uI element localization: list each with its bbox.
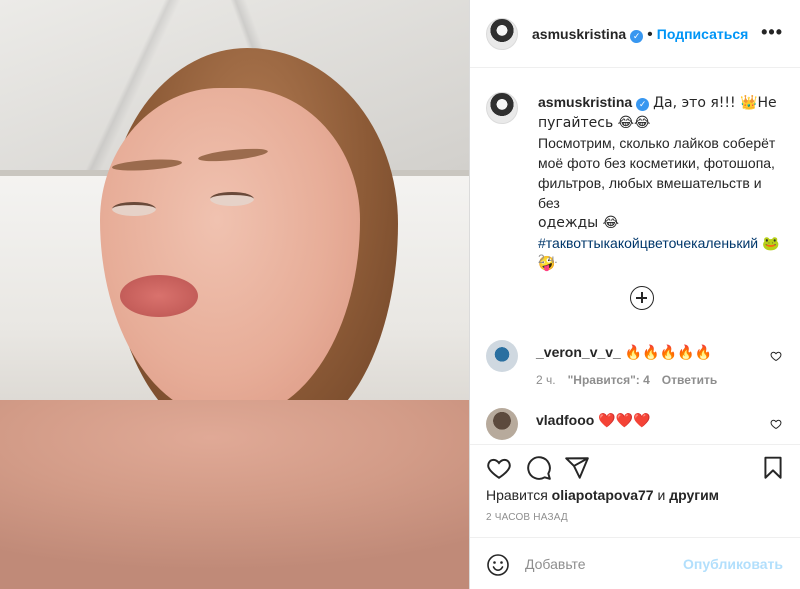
- post-actions: Нравится oliapotapova77 и другим 2 ЧАСОВ…: [470, 444, 800, 589]
- lips: [120, 275, 198, 317]
- caption-line: Посмотрим, сколько лайков соберёт: [538, 135, 776, 151]
- emoji-smile-icon[interactable]: [486, 553, 510, 577]
- commenter-avatar[interactable]: [486, 340, 518, 372]
- caption-emoji: 🐸: [762, 236, 780, 252]
- commenter-avatar[interactable]: [486, 408, 518, 440]
- add-comment-bar: Добавьте Опубликовать: [470, 537, 800, 589]
- verified-badge-icon: ✓: [636, 98, 650, 111]
- caption-line: моё фото без косметики, фотошопа,: [538, 155, 775, 171]
- post-time-ago[interactable]: 2 ЧАСОВ НАЗАД: [486, 512, 568, 523]
- caption-line: фильтров, любых вмешательств и без: [538, 175, 762, 211]
- like-comment-heart-icon[interactable]: [770, 350, 782, 362]
- post-header: asmuskristina ✓ • Подписаться •••: [470, 0, 800, 68]
- hashtag-link[interactable]: #таквоттыкакойцветочекаленький: [538, 235, 758, 251]
- load-more-comments-icon[interactable]: [630, 286, 654, 310]
- more-horizontal-icon[interactable]: •••: [761, 22, 783, 43]
- comment-bubble-icon[interactable]: [526, 455, 552, 481]
- caption-avatar[interactable]: [486, 92, 518, 124]
- comment-meta: 2 ч. "Нравится": 4 Ответить: [536, 373, 729, 387]
- follow-button[interactable]: Подписаться: [657, 26, 749, 42]
- caption-line: 🤪: [538, 256, 556, 272]
- caption-line: Да, это я!!! 👑Не: [653, 95, 777, 111]
- comment-time[interactable]: 2 ч.: [536, 373, 556, 387]
- share-direct-icon[interactable]: [564, 455, 590, 481]
- comment-input[interactable]: Добавьте: [525, 556, 586, 572]
- separator-dot: •: [647, 26, 653, 43]
- comment-body: vladfooo ❤️❤️❤️: [536, 412, 651, 429]
- comment-username[interactable]: vladfooo: [536, 412, 594, 428]
- likes-connector: и: [657, 487, 666, 503]
- comment-text: ❤️❤️❤️: [598, 413, 651, 429]
- publish-button[interactable]: Опубликовать: [683, 556, 783, 572]
- caption-username[interactable]: asmuskristina: [538, 94, 632, 110]
- comment-body: _veron_v_v_ 🔥🔥🔥🔥🔥: [536, 344, 712, 361]
- save-bookmark-icon[interactable]: [760, 455, 786, 481]
- caption-text: asmuskristina ✓ Да, это я!!! 👑Не пугайтес…: [538, 92, 786, 274]
- reply-button[interactable]: Ответить: [662, 373, 717, 387]
- post-photo[interactable]: [0, 0, 469, 589]
- right-eye: [210, 192, 254, 206]
- like-comment-heart-icon[interactable]: [770, 418, 782, 430]
- comment-text: 🔥🔥🔥🔥🔥: [624, 345, 712, 361]
- likes-summary: Нравится oliapotapova77 и другим: [486, 487, 719, 503]
- likes-user-link[interactable]: oliapotapova77: [552, 487, 654, 503]
- comment-likes[interactable]: "Нравится": 4: [568, 373, 650, 387]
- comment-username[interactable]: _veron_v_v_: [536, 344, 621, 360]
- author-username[interactable]: asmuskristina: [532, 26, 626, 42]
- likes-others-link[interactable]: другим: [669, 487, 719, 503]
- caption-line: пугайтесь 😂😂: [538, 115, 651, 131]
- post-sidebar: asmuskristina ✓ • Подписаться ••• asmuskris…: [469, 0, 800, 589]
- like-heart-icon[interactable]: [486, 455, 512, 481]
- author-avatar[interactable]: [486, 18, 518, 50]
- caption-line: одежды 😂: [538, 215, 620, 231]
- left-eye: [112, 202, 156, 216]
- likes-prefix: Нравится: [486, 487, 548, 503]
- caption-time[interactable]: 2 ч.: [538, 252, 558, 266]
- verified-badge-icon: ✓: [630, 30, 644, 43]
- neck-shoulders: [0, 400, 469, 589]
- header-row: asmuskristina ✓ • Подписаться: [532, 26, 748, 44]
